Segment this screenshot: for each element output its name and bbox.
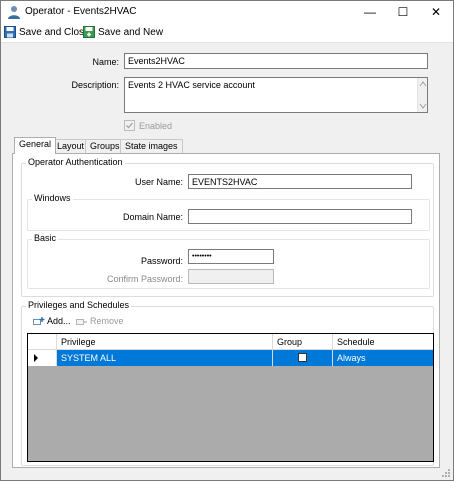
description-text: Events 2 HVAC service account: [128, 80, 255, 90]
save-icon: [4, 26, 16, 38]
privileges-grid[interactable]: Privilege Group Schedule SYSTEM ALL Alwa…: [27, 333, 434, 462]
save-and-new-label: Save and New: [98, 26, 164, 38]
confirm-password-field[interactable]: [188, 269, 274, 284]
toolbar: Save and Close Save and New: [1, 23, 453, 43]
save-and-close-button[interactable]: Save and Close: [4, 26, 90, 38]
name-label: Name:: [92, 57, 119, 67]
checkmark-icon: [126, 122, 133, 129]
privileges-title: Privileges and Schedules: [26, 300, 132, 310]
scroll-up-icon: [419, 81, 427, 87]
description-scrollbar[interactable]: [417, 78, 427, 112]
close-button[interactable]: ✕: [419, 1, 453, 23]
windows-title: Windows: [32, 193, 73, 203]
row-selector[interactable]: [28, 350, 57, 366]
domain-name-field[interactable]: [188, 209, 412, 224]
save-and-new-button[interactable]: Save and New: [83, 26, 163, 38]
name-field[interactable]: Events2HVAC: [124, 53, 428, 69]
basic-title: Basic: [32, 233, 59, 243]
table-row[interactable]: SYSTEM ALL Always: [28, 350, 433, 366]
enabled-checkbox-row[interactable]: Enabled: [124, 120, 172, 131]
remove-row-icon: [76, 319, 87, 325]
minimize-button[interactable]: —: [353, 1, 387, 23]
privilege-column-header[interactable]: Privilege: [57, 334, 273, 350]
add-privilege-button[interactable]: Add...: [33, 316, 71, 326]
password-field[interactable]: ••••••••: [188, 249, 274, 264]
grid-header: Privilege Group Schedule: [28, 334, 433, 350]
operator-authentication-title: Operator Authentication: [26, 157, 125, 167]
enabled-checkbox[interactable]: [124, 120, 135, 131]
close-icon: ✕: [430, 5, 442, 19]
password-label: Password:: [140, 256, 183, 266]
window-title: Operator - Events2HVAC: [25, 6, 137, 17]
tab-state-images[interactable]: State images: [120, 139, 183, 153]
privilege-cell[interactable]: SYSTEM ALL: [57, 350, 273, 366]
row-header-column: [28, 334, 57, 350]
save-new-icon: [83, 26, 95, 38]
user-name-label: User Name:: [134, 177, 183, 187]
description-field[interactable]: Events 2 HVAC service account: [124, 77, 428, 113]
group-column-header[interactable]: Group: [273, 334, 333, 350]
operator-window: Operator - Events2HVAC — ☐ ✕ Save and Cl…: [0, 0, 454, 481]
remove-label: Remove: [90, 316, 124, 326]
minimize-icon: —: [364, 5, 376, 19]
scroll-down-icon: [419, 103, 427, 109]
add-label: Add...: [47, 316, 71, 326]
tab-general[interactable]: General: [14, 137, 57, 154]
save-and-close-label: Save and Close: [19, 26, 90, 38]
domain-name-label: Domain Name:: [122, 212, 183, 222]
tab-groups[interactable]: Groups: [85, 139, 125, 153]
group-cell[interactable]: [273, 350, 333, 366]
user-name-field[interactable]: EVENTS2HVAC: [188, 174, 412, 189]
group-checkbox[interactable]: [298, 353, 307, 362]
maximize-button[interactable]: ☐: [386, 1, 420, 23]
maximize-icon: ☐: [397, 5, 409, 19]
schedule-column-header[interactable]: Schedule: [333, 334, 433, 350]
remove-privilege-button[interactable]: Remove: [76, 316, 124, 326]
title-bar[interactable]: Operator - Events2HVAC — ☐ ✕: [1, 1, 453, 23]
resize-grip-icon[interactable]: [441, 468, 451, 478]
add-row-icon: [33, 317, 45, 325]
schedule-cell[interactable]: Always: [333, 350, 433, 366]
confirm-password-label: Confirm Password:: [106, 274, 183, 284]
current-row-icon: [34, 354, 38, 362]
enabled-label: Enabled: [139, 120, 173, 131]
operator-icon: [8, 6, 20, 19]
tab-layout[interactable]: Layout: [52, 139, 90, 153]
description-label: Description:: [71, 80, 119, 90]
